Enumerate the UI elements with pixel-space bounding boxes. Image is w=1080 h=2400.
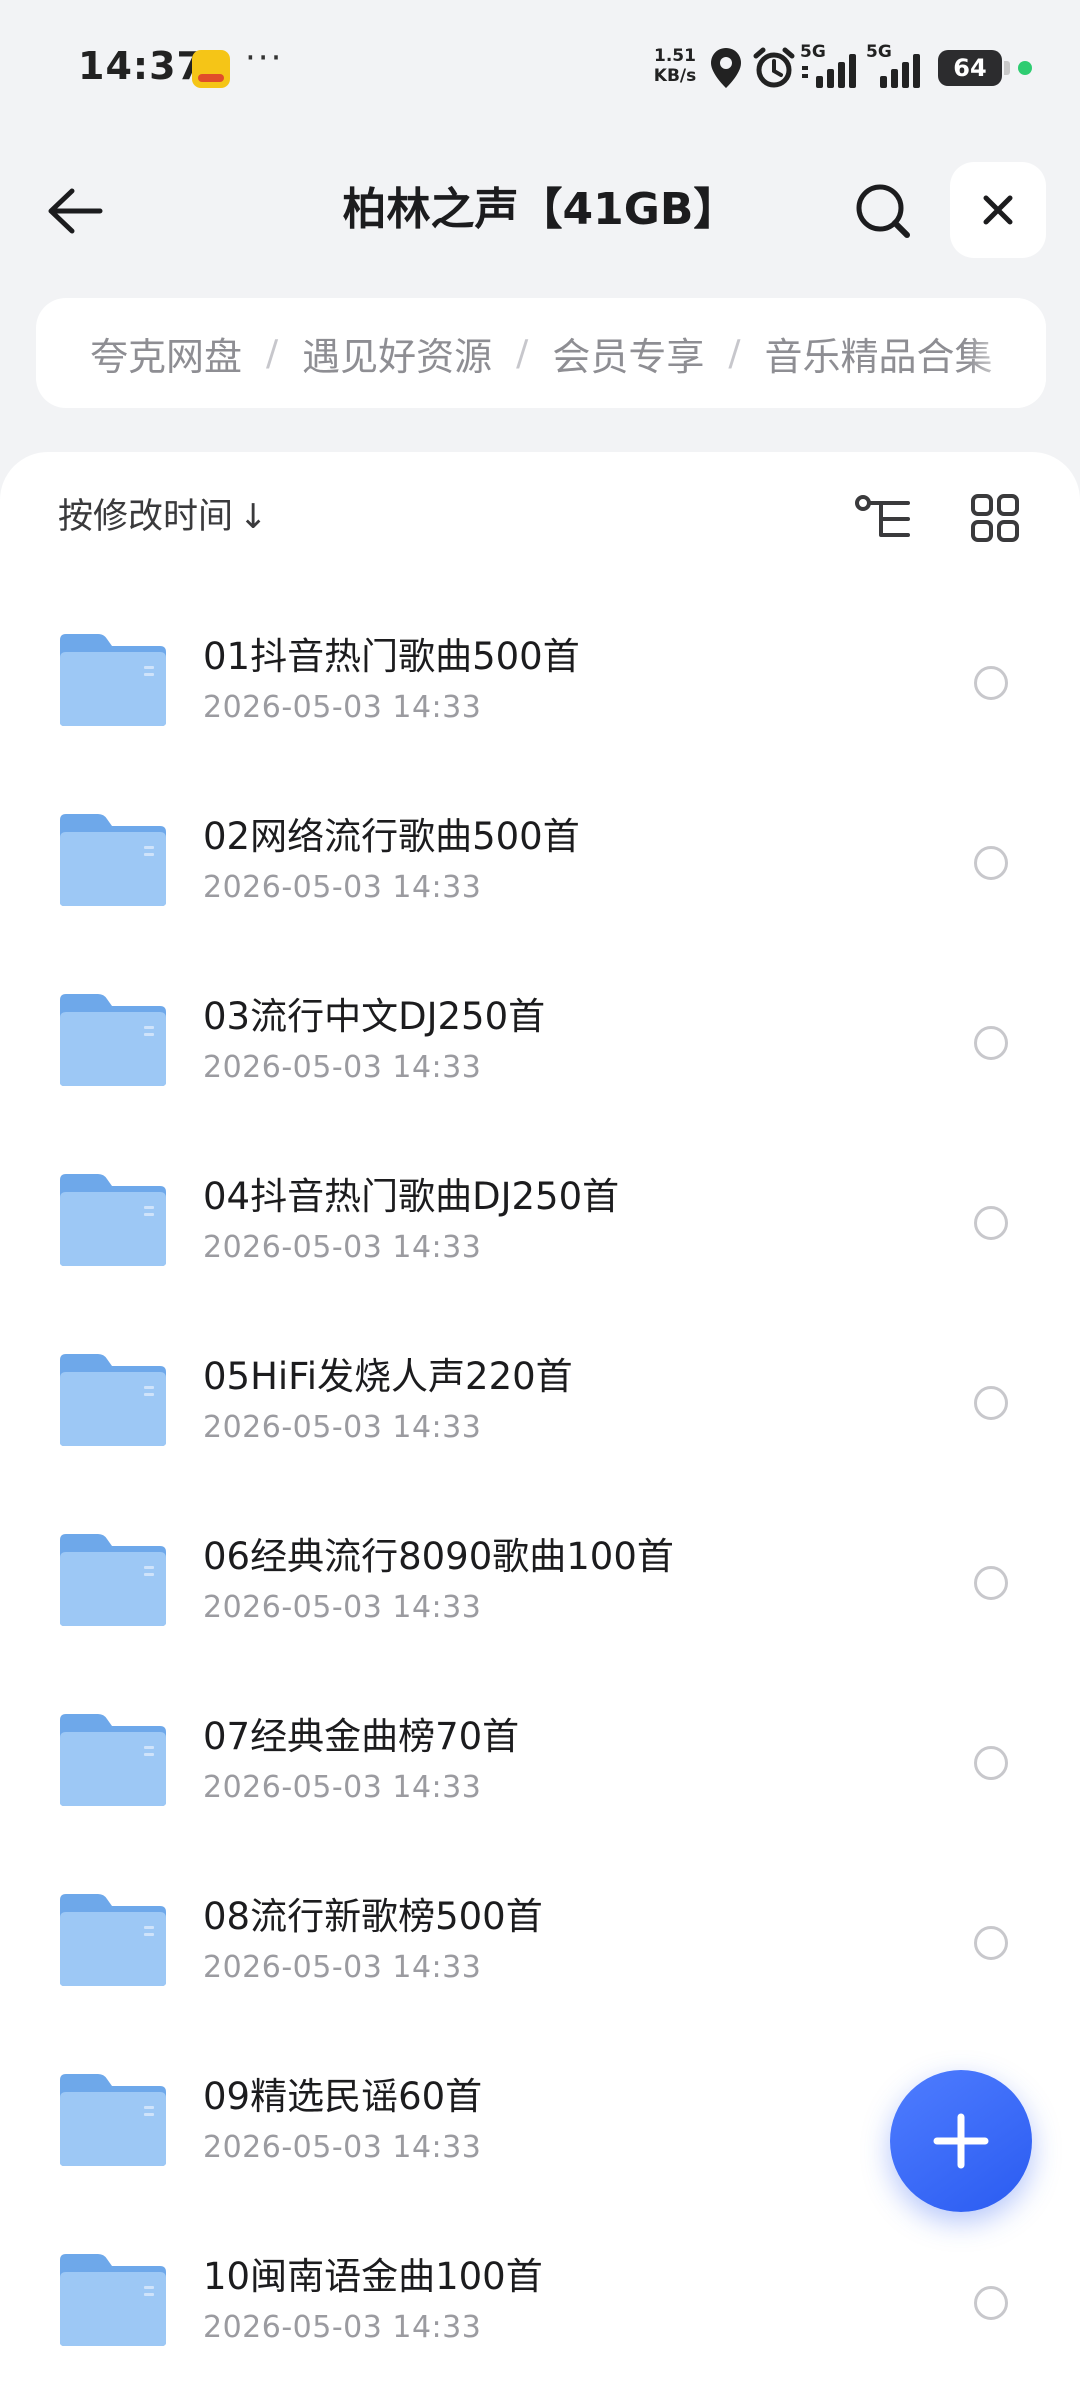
select-checkbox[interactable] [974,1386,1008,1420]
file-name: 04抖音热门歌曲DJ250首 [203,1175,620,1218]
page-title: 柏林之声【41GB】 [342,184,738,235]
folder-icon [60,2254,166,2346]
breadcrumb-item-root[interactable]: 夸克网盘 [90,326,242,381]
file-modified-date: 2026-05-03 14:33 [203,1230,482,1265]
file-row[interactable]: 06经典流行8090歌曲100首 2026-05-03 14:33 [0,1492,1080,1672]
file-row[interactable]: 03流行中文DJ250首 2026-05-03 14:33 [0,952,1080,1132]
file-row[interactable]: 02网络流行歌曲500首 2026-05-03 14:33 [0,772,1080,952]
network-speed-unit: KB/s [653,66,697,86]
tree-view-button[interactable] [850,488,916,548]
file-modified-date: 2026-05-03 14:33 [203,1050,482,1085]
sort-button[interactable]: 按修改时间 ↓ [58,492,268,542]
file-name: 03流行中文DJ250首 [203,995,546,1038]
breadcrumb-item[interactable]: 遇见好资源 [302,326,492,381]
file-modified-date: 2026-05-03 14:33 [203,1770,482,1805]
file-modified-date: 2026-05-03 14:33 [203,690,482,725]
tree-view-icon [855,495,910,537]
folder-icon [60,1174,166,1266]
breadcrumb: 夸克网盘 / 遇见好资源 / 会员专享 / 音乐精品合集 [36,298,1046,408]
status-time: 14:37 [78,44,204,88]
file-name: 06经典流行8090歌曲100首 [203,1535,674,1578]
file-row[interactable]: 05HiFi发烧人声220首 2026-05-03 14:33 [0,1312,1080,1492]
file-modified-date: 2026-05-03 14:33 [203,2130,482,2165]
file-name: 02网络流行歌曲500首 [203,815,580,858]
folder-icon [60,814,166,906]
network-speed: 1.51 KB/s [650,46,700,86]
more-notifications-icon: ··· [245,38,284,78]
file-modified-date: 2026-05-03 14:33 [203,1950,482,1985]
file-name: 07经典金曲榜70首 [203,1715,520,1758]
status-bar: 14:37 ··· 1.51 KB/s 5G 5G 64 [0,0,1080,130]
folder-icon [60,2074,166,2166]
folder-icon [60,634,166,726]
folder-icon [60,1354,166,1446]
select-checkbox[interactable] [974,1926,1008,1960]
breadcrumb-separator: / [728,332,741,374]
folder-icon [60,1894,166,1986]
close-button[interactable] [950,162,1046,258]
search-icon [856,184,910,238]
file-modified-date: 2026-05-03 14:33 [203,2310,482,2345]
grid-view-icon [971,494,1019,542]
signal-2-icon [880,54,920,88]
file-row[interactable]: 10闽南语金曲100首 2026-05-03 14:33 [0,2212,1080,2392]
sort-label: 按修改时间 [58,497,234,537]
breadcrumb-separator: / [516,332,529,374]
plus-icon [933,2113,989,2169]
location-icon [711,48,741,88]
select-checkbox[interactable] [974,1026,1008,1060]
file-name: 09精选民谣60首 [203,2075,483,2118]
screen: 14:37 ··· 1.51 KB/s 5G 5G 64 柏林之声【41GB】 … [0,0,1080,2400]
file-name: 01抖音热门歌曲500首 [203,635,580,678]
folder-icon [60,1534,166,1626]
select-checkbox[interactable] [974,2286,1008,2320]
file-modified-date: 2026-05-03 14:33 [203,1410,482,1445]
folder-icon [60,1714,166,1806]
battery-indicator: 64 [938,50,1010,86]
back-button[interactable] [40,176,110,246]
file-modified-date: 2026-05-03 14:33 [203,1590,482,1625]
select-checkbox[interactable] [974,666,1008,700]
file-name: 10闽南语金曲100首 [203,2255,543,2298]
folder-icon [60,994,166,1086]
file-modified-date: 2026-05-03 14:33 [203,870,482,905]
arrow-left-icon [48,188,103,234]
network-speed-value: 1.51 [654,46,696,66]
file-row[interactable]: 07经典金曲榜70首 2026-05-03 14:33 [0,1672,1080,1852]
file-name: 05HiFi发烧人声220首 [203,1355,573,1398]
sort-direction-icon: ↓ [239,497,268,537]
grid-view-button[interactable] [962,488,1028,548]
select-checkbox[interactable] [974,1566,1008,1600]
alarm-icon [753,47,795,88]
add-button[interactable] [890,2070,1032,2212]
file-row[interactable]: 01抖音热门歌曲500首 2026-05-03 14:33 [0,592,1080,772]
select-checkbox[interactable] [974,1746,1008,1780]
breadcrumb-item-current[interactable]: 音乐精品合集 [764,326,992,381]
file-row[interactable]: 08流行新歌榜500首 2026-05-03 14:33 [0,1852,1080,2032]
file-name: 08流行新歌榜500首 [203,1895,543,1938]
breadcrumb-separator: / [266,332,279,374]
search-button[interactable] [848,176,918,246]
select-checkbox[interactable] [974,1206,1008,1240]
app-notification-icon [192,50,230,88]
select-checkbox[interactable] [974,846,1008,880]
signal-1-icon [802,54,856,88]
breadcrumb-item[interactable]: 会员专享 [552,326,704,381]
close-icon [983,195,1013,225]
file-row[interactable]: 04抖音热门歌曲DJ250首 2026-05-03 14:33 [0,1132,1080,1312]
privacy-indicator-icon [1018,61,1032,75]
